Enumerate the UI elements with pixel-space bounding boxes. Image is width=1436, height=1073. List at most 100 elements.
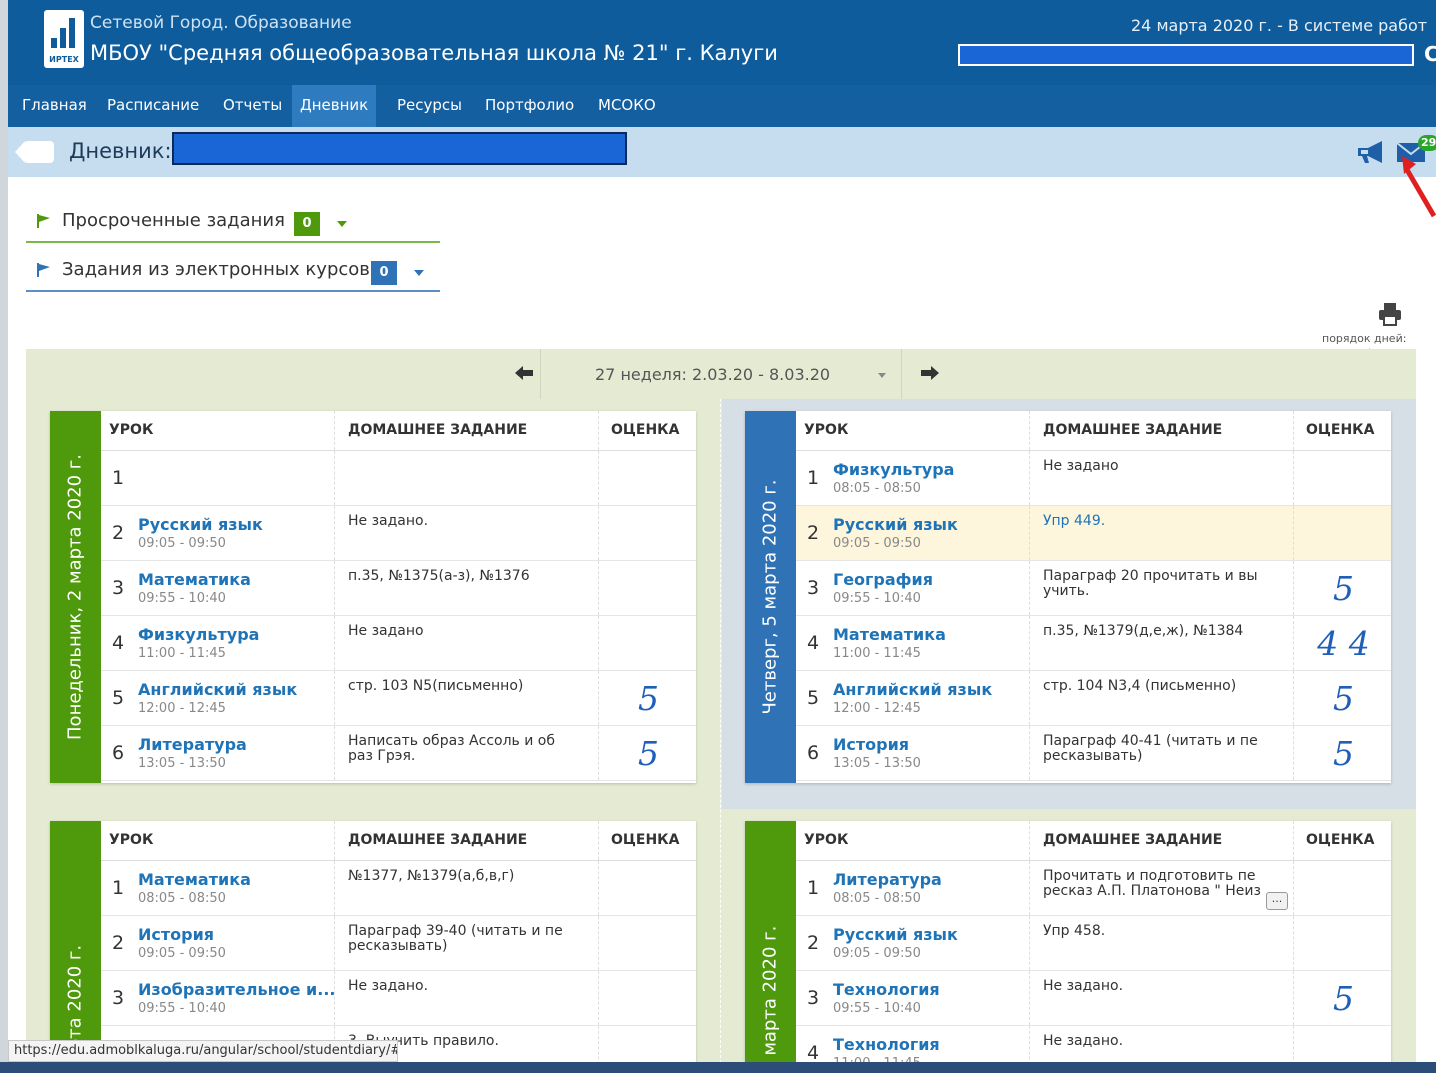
col-lesson-header: УРОК [804,422,849,438]
nav-diary[interactable]: Дневник [292,85,377,127]
nav-portfolio[interactable]: Портфолио [485,85,574,127]
lesson-number: 4 [807,1042,820,1064]
col-homework-header: ДОМАШНЕЕ ЗАДАНИЕ [1043,832,1223,848]
lesson-number: 3 [807,577,820,599]
lesson-time: 09:55 - 10:40 [833,1001,921,1016]
lesson-subject-link[interactable]: Русский язык [833,925,958,944]
lesson-subject-link[interactable]: Физкультура [138,625,259,644]
col-mark-header: ОЦЕНКА [1306,422,1375,438]
lesson-subject-link[interactable]: Технология [833,980,940,999]
lesson-row: 2 История 09:05 - 09:50 Параграф 39-40 (чит… [101,916,696,971]
lesson-homework: Параграф 20 прочитать и вы учить. [1043,568,1258,599]
lesson-time: 08:05 - 08:50 [833,891,921,906]
lesson-subject-link[interactable]: Литература [833,870,942,889]
nav-msoko[interactable]: МСОКО [598,85,656,127]
lesson-number: 6 [807,742,820,764]
lesson-homework: Упр 458. [1043,923,1106,939]
lesson-subject-link[interactable]: Английский язык [833,680,992,699]
lesson-subject-link[interactable]: История [833,735,909,754]
lesson-number: 5 [807,687,820,709]
back-arrow-icon[interactable] [15,141,54,163]
lesson-mark[interactable]: 5 [1296,979,1391,1018]
col-lesson-header: УРОК [804,832,849,848]
lesson-subject-link[interactable]: Изобразительное и... [138,980,335,999]
app-name: Сетевой Город. Образование [90,13,352,33]
lesson-number: 6 [112,742,125,764]
day-label: а, 6 марта 2020 г. [759,925,781,1073]
lesson-table: УРОК ДОМАШНЕЕ ЗАДАНИЕ ОЦЕНКА 1 Математика 08:… [101,821,696,1073]
lesson-number: 3 [807,987,820,1009]
lesson-mark[interactable]: 5 [1296,734,1391,773]
nav-reports[interactable]: Отчеты [223,85,282,127]
lesson-number: 3 [112,987,125,1009]
lesson-subject-link[interactable]: Литература [138,735,247,754]
lesson-number: 1 [807,877,820,899]
page-title: Дневник: [69,139,172,163]
arrow-left-icon[interactable] [513,365,537,381]
chevron-down-icon[interactable] [878,373,886,378]
lesson-subject-link[interactable]: Русский язык [138,515,263,534]
lesson-subject-link[interactable]: История [138,925,214,944]
lesson-subject-link[interactable]: Технология [833,1035,940,1054]
lesson-mark[interactable]: 5 [601,679,696,718]
lesson-subject-link[interactable]: Математика [138,870,251,889]
lesson-number: 2 [807,932,820,954]
more-button[interactable]: ... [1266,892,1288,910]
lesson-subject-link[interactable]: Математика [138,570,251,589]
col-mark-header: ОЦЕНКА [611,832,680,848]
nav-home[interactable]: Главная [22,85,87,127]
lesson-homework: Параграф 39-40 (читать и пе ресказывать) [348,923,563,954]
lesson-subject-link[interactable]: География [833,570,933,589]
megaphone-icon[interactable] [1356,139,1388,165]
green-flag-icon [37,214,50,228]
lesson-time: 09:05 - 09:50 [138,946,226,961]
lesson-table: УРОК ДОМАШНЕЕ ЗАДАНИЕ ОЦЕНКА 1 Физкультура 08… [796,411,1391,781]
red-arrow-icon [1402,156,1436,218]
table-header: УРОК ДОМАШНЕЕ ЗАДАНИЕ ОЦЕНКА [796,411,1391,451]
diary-subheader: Дневник: 29 [8,127,1436,177]
arrow-right-icon[interactable] [917,365,941,381]
chevron-down-icon[interactable] [414,270,424,276]
lesson-time: 08:05 - 08:50 [138,891,226,906]
lesson-subject-link[interactable]: Физкультура [833,460,954,479]
lesson-time: 09:55 - 10:40 [833,591,921,606]
lesson-homework: Не задано [348,623,424,639]
table-header: УРОК ДОМАШНЕЕ ЗАДАНИЕ ОЦЕНКА [796,821,1391,861]
week-label[interactable]: 27 неделя: 2.03.20 - 8.03.20 [595,365,830,384]
irtech-logo[interactable]: ИРТЕХ [44,10,84,68]
nav-schedule[interactable]: Расписание [107,85,199,127]
day-side-bar: 3 марта 2020 г. [50,821,101,1073]
lesson-row: 3 Изобразительное и... 09:55 - 10:40 Не зад… [101,971,696,1026]
printer-icon[interactable] [1378,302,1402,326]
lesson-homework: Не задано [1043,458,1119,474]
lesson-mark[interactable]: 4 4 [1296,624,1391,663]
lesson-row: 6 Литература 13:05 - 13:50 Написать образ А… [101,726,696,781]
lesson-number: 2 [807,522,820,544]
lesson-time: 13:05 - 13:50 [138,756,226,771]
redacted-user-info [958,44,1414,66]
col-homework-header: ДОМАШНЕЕ ЗАДАНИЕ [348,832,528,848]
lesson-homework[interactable]: Упр 449. [1043,514,1273,529]
lesson-homework: стр. 104 N3,4 (письменно) [1043,678,1237,694]
lesson-mark[interactable]: 5 [601,734,696,773]
chevron-down-icon[interactable] [337,221,347,227]
nav-resources[interactable]: Ресурсы [397,85,462,127]
lesson-row: 3 Технология 09:55 - 10:40 Не задано. 5 [796,971,1391,1026]
lesson-time: 09:55 - 10:40 [138,591,226,606]
lesson-time: 09:05 - 09:50 [138,536,226,551]
lesson-subject-link[interactable]: Английский язык [138,680,297,699]
lesson-row: 3 География 09:55 - 10:40 Параграф 20 прочи… [796,561,1391,616]
lesson-subject-link[interactable]: Математика [833,625,946,644]
lesson-mark[interactable]: 5 [1296,679,1391,718]
course-tasks-row[interactable]: Задания из электронных курсов 0 [26,252,440,292]
day-card-thursday: Четверг, 5 марта 2020 г. УРОК ДОМАШНЕЕ ЗА… [745,411,1391,783]
col-homework-header: ДОМАШНЕЕ ЗАДАНИЕ [348,422,528,438]
lesson-subject-link[interactable]: Русский язык [833,515,958,534]
overdue-tasks-row[interactable]: Просроченные задания 0 [26,203,440,243]
lesson-row: 1 Физкультура 08:05 - 08:50 Не задано [796,451,1391,506]
lesson-row: 1 Математика 08:05 - 08:50 №1377, №1379(а,б… [101,861,696,916]
day-side-bar: а, 6 марта 2020 г. [745,821,796,1073]
lesson-homework: Не задано. [1043,1033,1124,1049]
lesson-mark[interactable]: 5 [1296,569,1391,608]
day-side-bar: Понедельник, 2 марта 2020 г. [50,411,101,783]
